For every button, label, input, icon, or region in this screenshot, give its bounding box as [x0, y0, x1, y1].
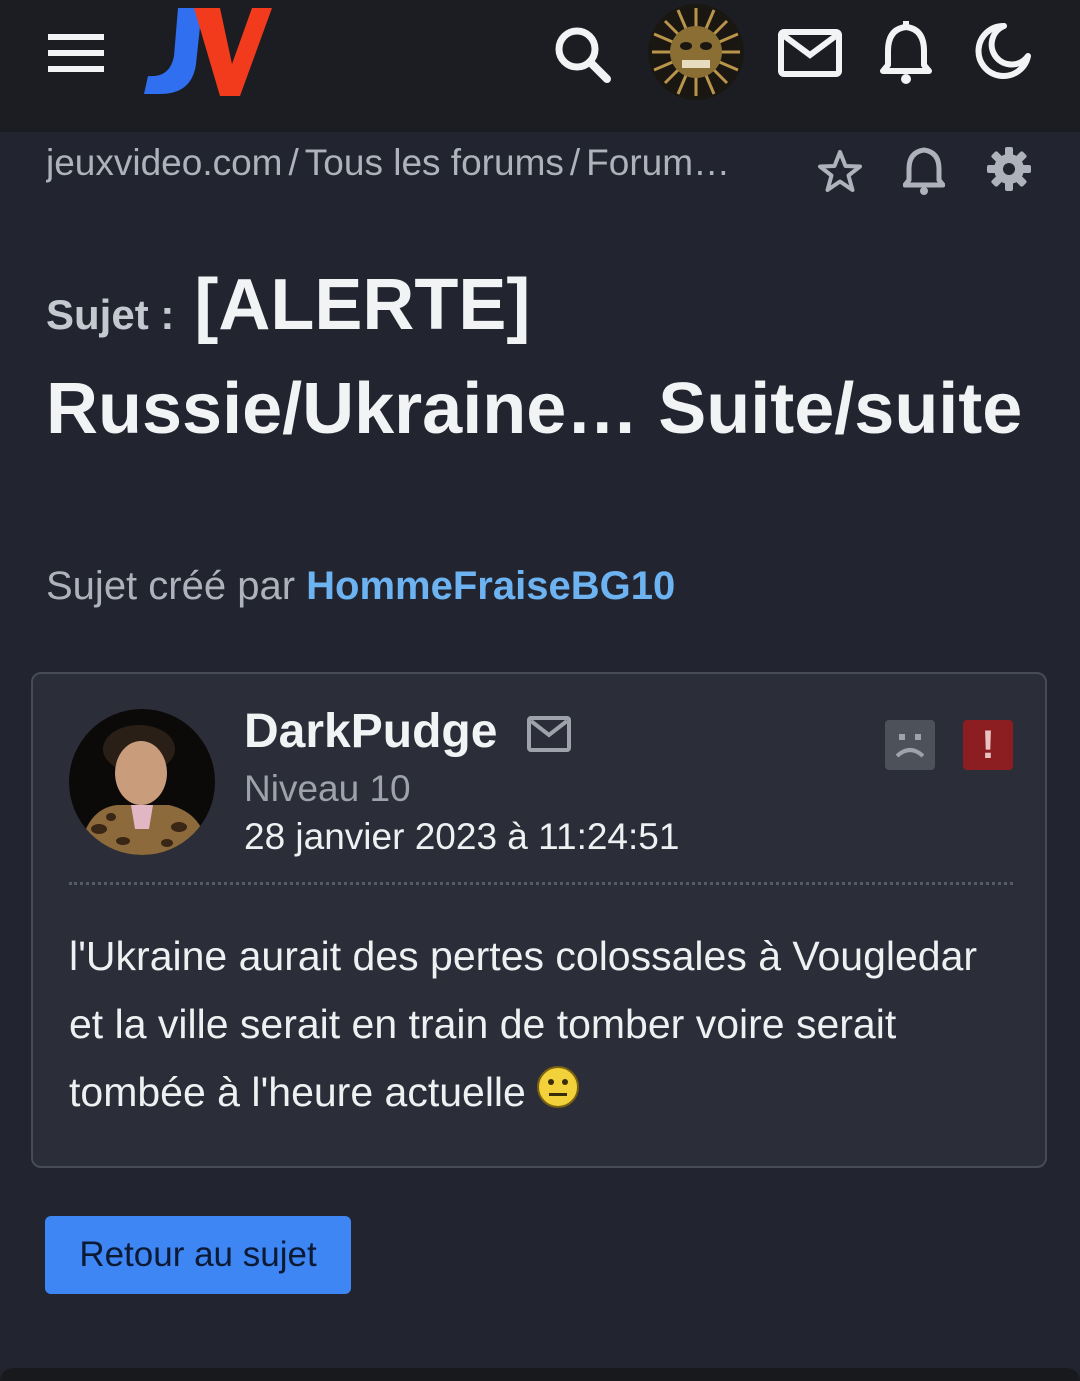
breadcrumb-item-forum[interactable]: Forum… [586, 142, 730, 183]
post-date[interactable]: 28 janvier 2023 à 11:24:51 [244, 816, 679, 858]
post-mail-icon[interactable] [527, 716, 571, 756]
creator-author-link[interactable]: HommeFraiseBG10 [306, 564, 675, 608]
topic-creator: Sujet créé par HommeFraiseBG10 [46, 564, 675, 609]
back-to-topic-button[interactable]: Retour au sujet [45, 1216, 351, 1294]
user-avatar[interactable] [648, 4, 744, 100]
mail-icon[interactable] [774, 22, 846, 84]
breadcrumb-item-all-forums[interactable]: Tous les forums [305, 142, 564, 183]
post-divider [69, 882, 1013, 885]
bell-icon[interactable] [898, 142, 950, 198]
breadcrumb-separator: / [569, 142, 581, 183]
topic-title-text: Sujet : [ALERTE] Russie/Ukraine… Suite/s… [46, 258, 1046, 456]
post-body-text: l'Ukraine aurait des pertes colossales à… [69, 933, 978, 1115]
report-alert-button[interactable]: ! [963, 720, 1013, 770]
moon-icon[interactable] [970, 18, 1036, 84]
top-bar [0, 0, 1080, 132]
breadcrumb-bar: jeuxvideo.com / Tous les forums / Forum… [0, 132, 1080, 210]
jv-logo[interactable] [140, 4, 275, 100]
menu-icon[interactable] [44, 30, 108, 76]
breadcrumb: jeuxvideo.com / Tous les forums / Forum… [46, 142, 786, 184]
topic-title: Sujet : [ALERTE] Russie/Ukraine… Suite/s… [46, 258, 1046, 456]
search-icon[interactable] [548, 20, 616, 88]
post-card: DarkPudge Niveau 10 28 janvier 2023 à 11… [31, 672, 1047, 1168]
star-icon[interactable] [814, 146, 866, 198]
post-body: l'Ukraine aurait des pertes colossales à… [69, 922, 1013, 1129]
smiley-icon [536, 1061, 580, 1129]
topic-title-line1: [ALERTE] [194, 265, 531, 345]
topic-prefix: Sujet : [46, 291, 175, 338]
post-author-name[interactable]: DarkPudge [244, 704, 497, 759]
breadcrumb-item-home[interactable]: jeuxvideo.com [46, 142, 283, 183]
post-author-level: Niveau 10 [244, 768, 411, 809]
bell-icon[interactable] [876, 18, 936, 88]
breadcrumb-separator: / [288, 142, 299, 183]
topic-title-line2: Russie/Ukraine… Suite/suite [46, 369, 1023, 449]
sad-face-icon[interactable] [885, 720, 935, 770]
bottom-bar-edge [0, 1368, 1080, 1381]
alert-icon: ! [981, 722, 995, 767]
creator-label: Sujet créé par [46, 564, 296, 608]
gear-icon[interactable] [982, 142, 1036, 196]
post-author-avatar[interactable] [69, 709, 215, 855]
